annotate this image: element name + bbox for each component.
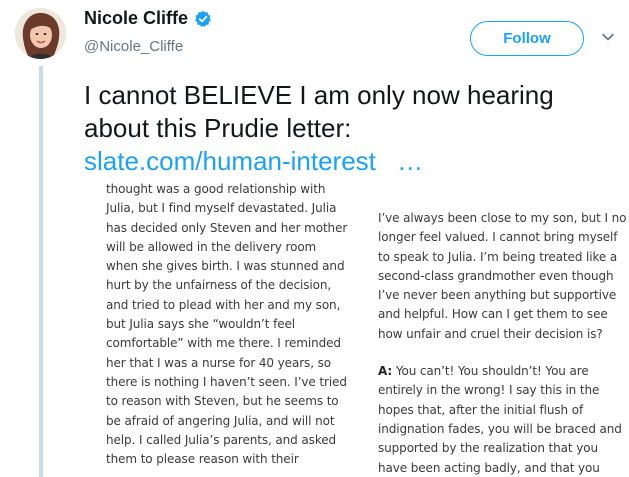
image-text-line: hurt by the unfairness of the decision,: [106, 278, 332, 293]
follow-button[interactable]: Follow: [470, 21, 584, 56]
image-text-line: and helpful. How can I get them to see: [378, 307, 608, 322]
image-text-line: indignation fades, you will be braced an…: [378, 421, 622, 436]
image-text-line: be afraid of angering Julia, and will no…: [106, 413, 335, 428]
tweet-link[interactable]: slate.com/human-interest: [84, 146, 376, 176]
image-text-line: has decided only Steven and her mother: [106, 220, 348, 235]
image-text-line: when she gives birth. I was stunned and: [106, 259, 345, 274]
author-name[interactable]: Nicole Cliffe: [84, 8, 188, 29]
image-text-line: them to please reason with their: [106, 452, 299, 467]
image-text-line: I’ve never been anything but supportive: [378, 288, 617, 303]
tweet-link-ellipsis[interactable]: …: [397, 146, 423, 176]
image-text-line: A: You can’t! You shouldn’t! You are: [378, 362, 626, 381]
avatar-image: [15, 8, 66, 59]
image-text-line: hopes that, after the initial flush of: [378, 402, 584, 417]
attached-image[interactable]: thought was a good relationship with Jul…: [84, 182, 629, 477]
image-text-line: will be allowed in the delivery room: [106, 239, 317, 254]
image-left-column: thought was a good relationship with Jul…: [106, 182, 347, 469]
chevron-down-icon[interactable]: [601, 30, 615, 44]
image-text-line: to reason with Steven, but he seems to: [106, 394, 339, 409]
image-text-line: and tried to plead with her and my son,: [106, 297, 341, 312]
image-text-line: there is nothing I haven’t seen. I’ve tr…: [106, 374, 347, 389]
answer-first-line: You can’t! You shouldn’t! You are: [392, 364, 589, 379]
image-text-line: have been acting badly, and that you: [378, 460, 600, 475]
image-text-line: thought was a good relationship with: [106, 182, 326, 196]
image-text-line: longer feel valued. I cannot bring mysel…: [378, 230, 618, 245]
answer-label: A:: [378, 364, 393, 379]
image-text-line: second-class grandmother even though: [378, 268, 614, 283]
image-text-line: how unfair and cruel their decision is?: [378, 326, 603, 341]
image-text-line: help. I called Julia’s parents, and aske…: [106, 432, 337, 447]
image-text-line: supported by the realization that you: [378, 441, 598, 456]
image-text-line: to speak to Julia. I’m being treated lik…: [378, 249, 618, 264]
thread-line: [39, 66, 43, 477]
tweet-body: I cannot BELIEVE I am only now hearing a…: [84, 80, 554, 143]
image-text-line: Julia, but I find myself devastated. Jul…: [106, 201, 337, 216]
image-text-line: comfortable” with me there. I reminded: [106, 336, 341, 351]
image-text-line: her that I was a nurse for 40 years, so: [106, 355, 332, 370]
image-text-line: I’ve always been close to my son, but I …: [378, 211, 627, 225]
author-name-row[interactable]: Nicole Cliffe: [84, 8, 212, 29]
author-handle[interactable]: @Nicole_Cliffe: [84, 38, 183, 55]
tweet-text: I cannot BELIEVE I am only now hearing a…: [84, 79, 619, 178]
image-right-column: I’ve always been close to my son, but I …: [378, 209, 626, 477]
verified-badge-icon: [195, 10, 211, 27]
avatar[interactable]: [15, 8, 66, 59]
image-text-line: but Julia says she “wouldn’t feel: [106, 317, 296, 332]
image-text-line: entirely in the wrong! I say this in the: [378, 383, 600, 398]
